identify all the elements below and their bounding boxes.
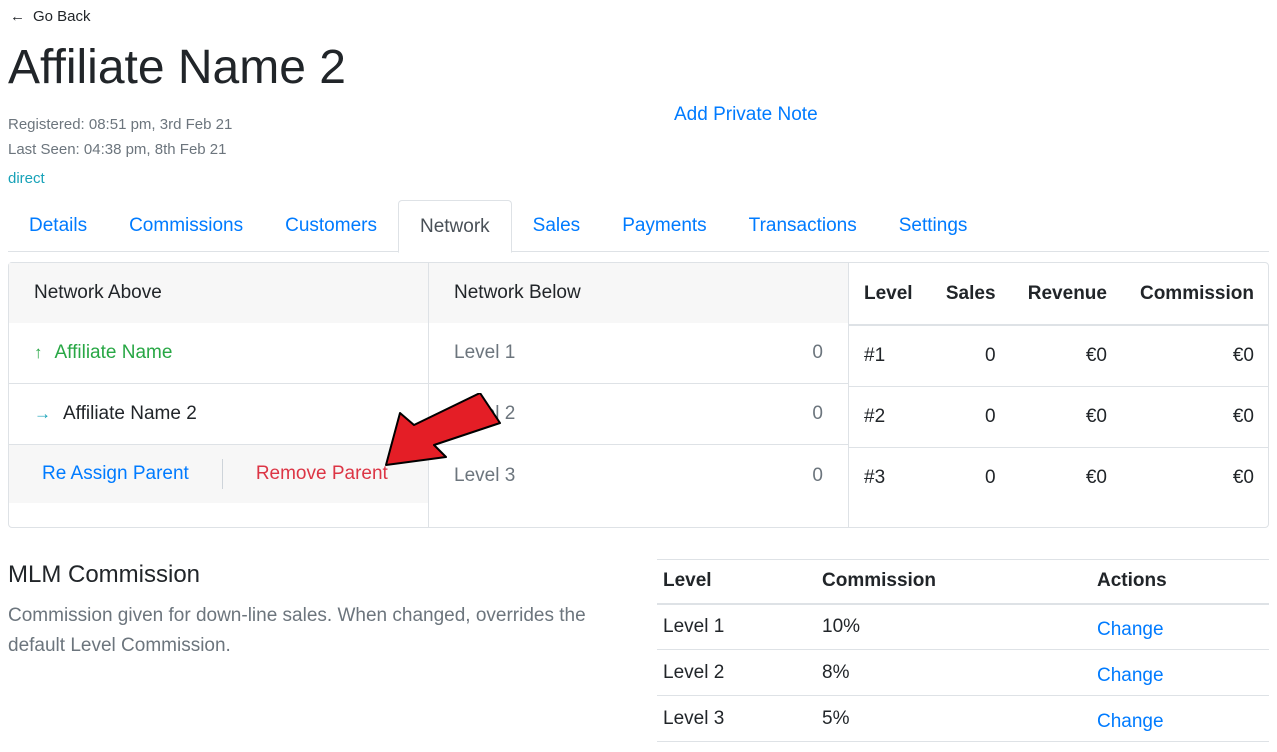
table-row: Level 3 5% Change (657, 695, 1269, 742)
reassign-parent-button[interactable]: Re Assign Parent (9, 463, 222, 485)
tab-details[interactable]: Details (8, 200, 108, 252)
table-row: #3 0 €0 €0 (849, 447, 1269, 508)
table-row: Level 1 10% Change (657, 603, 1269, 650)
column-header: Sales (929, 263, 1011, 326)
table-cell: #3 (864, 466, 886, 488)
network-below-heading: Network Below (429, 263, 848, 323)
column-header: Actions (1091, 559, 1269, 605)
table-cell: €0 (1232, 466, 1254, 488)
table-cell: €0 (1121, 325, 1269, 387)
level-count: 0 (812, 464, 823, 486)
change-commission-link[interactable]: Change (1097, 705, 1164, 733)
registered-date: Registered: 08:51 pm, 3rd Feb 21 (8, 116, 233, 133)
parent-affiliate-name: Affiliate Name (54, 342, 173, 363)
tab-customers[interactable]: Customers (264, 200, 398, 252)
level-label: Level 1 (454, 342, 516, 363)
tab-payments[interactable]: Payments (601, 200, 727, 252)
network-card: Network Above ↑ Affiliate Name → Affilia… (8, 262, 1269, 528)
level-count: 0 (812, 403, 823, 424)
table-cell: €0 (1010, 386, 1122, 448)
table-cell: #2 (849, 386, 930, 448)
table-cell: 0 (984, 466, 996, 488)
annotation-arrow-icon (385, 393, 501, 466)
table-cell: 0 (929, 325, 1011, 387)
commission-cell: 10% (816, 603, 1091, 650)
mlm-commission-title: MLM Commission (8, 561, 201, 588)
last-seen-date: Last Seen: 04:38 pm, 8th Feb 21 (8, 141, 227, 158)
tab-network[interactable]: Network (397, 200, 512, 253)
table-cell: 0 (929, 386, 1011, 448)
table-cell: €0 (1121, 386, 1269, 448)
level-cell: Level 1 (657, 603, 816, 650)
tab-bar: Details Commissions Customers Network Sa… (8, 200, 1269, 253)
network-above-panel: Network Above ↑ Affiliate Name → Affilia… (9, 263, 429, 527)
current-affiliate-row: → Affiliate Name 2 (9, 384, 428, 445)
mlm-commission-description: Commission given for down-line sales. Wh… (8, 605, 586, 656)
current-affiliate-name: Affiliate Name 2 (63, 403, 197, 424)
commission-cell: 8% (816, 649, 1091, 696)
column-header: Revenue (1010, 263, 1122, 326)
page-title: Affiliate Name 2 (8, 41, 346, 94)
change-commission-link[interactable]: Change (1097, 613, 1164, 641)
arrow-left-icon: ← (10, 8, 25, 25)
table-cell: #1 (849, 325, 930, 387)
parent-actions: Re Assign Parent Remove Parent (9, 445, 428, 503)
go-back-label: Go Back (33, 8, 91, 25)
level-stats-panel: Level Sales Revenue Commission #1 0 €0 €… (849, 263, 1269, 527)
change-commission-link[interactable]: Change (1097, 659, 1164, 687)
table-cell: €0 (1010, 325, 1122, 387)
add-private-note-link[interactable]: Add Private Note (674, 104, 818, 126)
level-count: 0 (812, 342, 823, 363)
tab-settings[interactable]: Settings (878, 200, 989, 252)
level-stats-table: Level Sales Revenue Commission #1 0 €0 €… (849, 263, 1269, 508)
column-header: Commission (816, 559, 1091, 605)
column-header: Level (849, 263, 930, 326)
go-back-link[interactable]: ← Go Back (10, 8, 91, 25)
tab-transactions[interactable]: Transactions (728, 200, 878, 252)
arrow-right-icon: → (34, 404, 51, 423)
parent-affiliate-link[interactable]: ↑ Affiliate Name (9, 323, 428, 384)
source-label: direct (8, 170, 45, 187)
level-row[interactable]: Level 1 0 (429, 323, 848, 384)
commission-cell: 5% (816, 695, 1091, 742)
level-cell: Level 2 (657, 649, 816, 696)
column-header: Level (657, 559, 816, 605)
table-cell: €0 (1085, 466, 1107, 488)
column-header: Commission (1121, 263, 1269, 326)
table-row: Level 2 8% Change (657, 649, 1269, 696)
table-row: #2 0 €0 €0 (849, 386, 1269, 448)
arrow-up-icon: ↑ (34, 343, 43, 362)
tab-sales[interactable]: Sales (512, 200, 602, 252)
network-above-heading: Network Above (9, 263, 428, 323)
table-row: #1 0 €0 €0 (849, 325, 1269, 387)
mlm-commission-table: Level Commission Actions Level 1 10% Cha… (657, 559, 1269, 742)
level-label: Level 3 (454, 464, 516, 486)
tab-commissions[interactable]: Commissions (108, 200, 264, 252)
level-cell: Level 3 (657, 695, 816, 742)
